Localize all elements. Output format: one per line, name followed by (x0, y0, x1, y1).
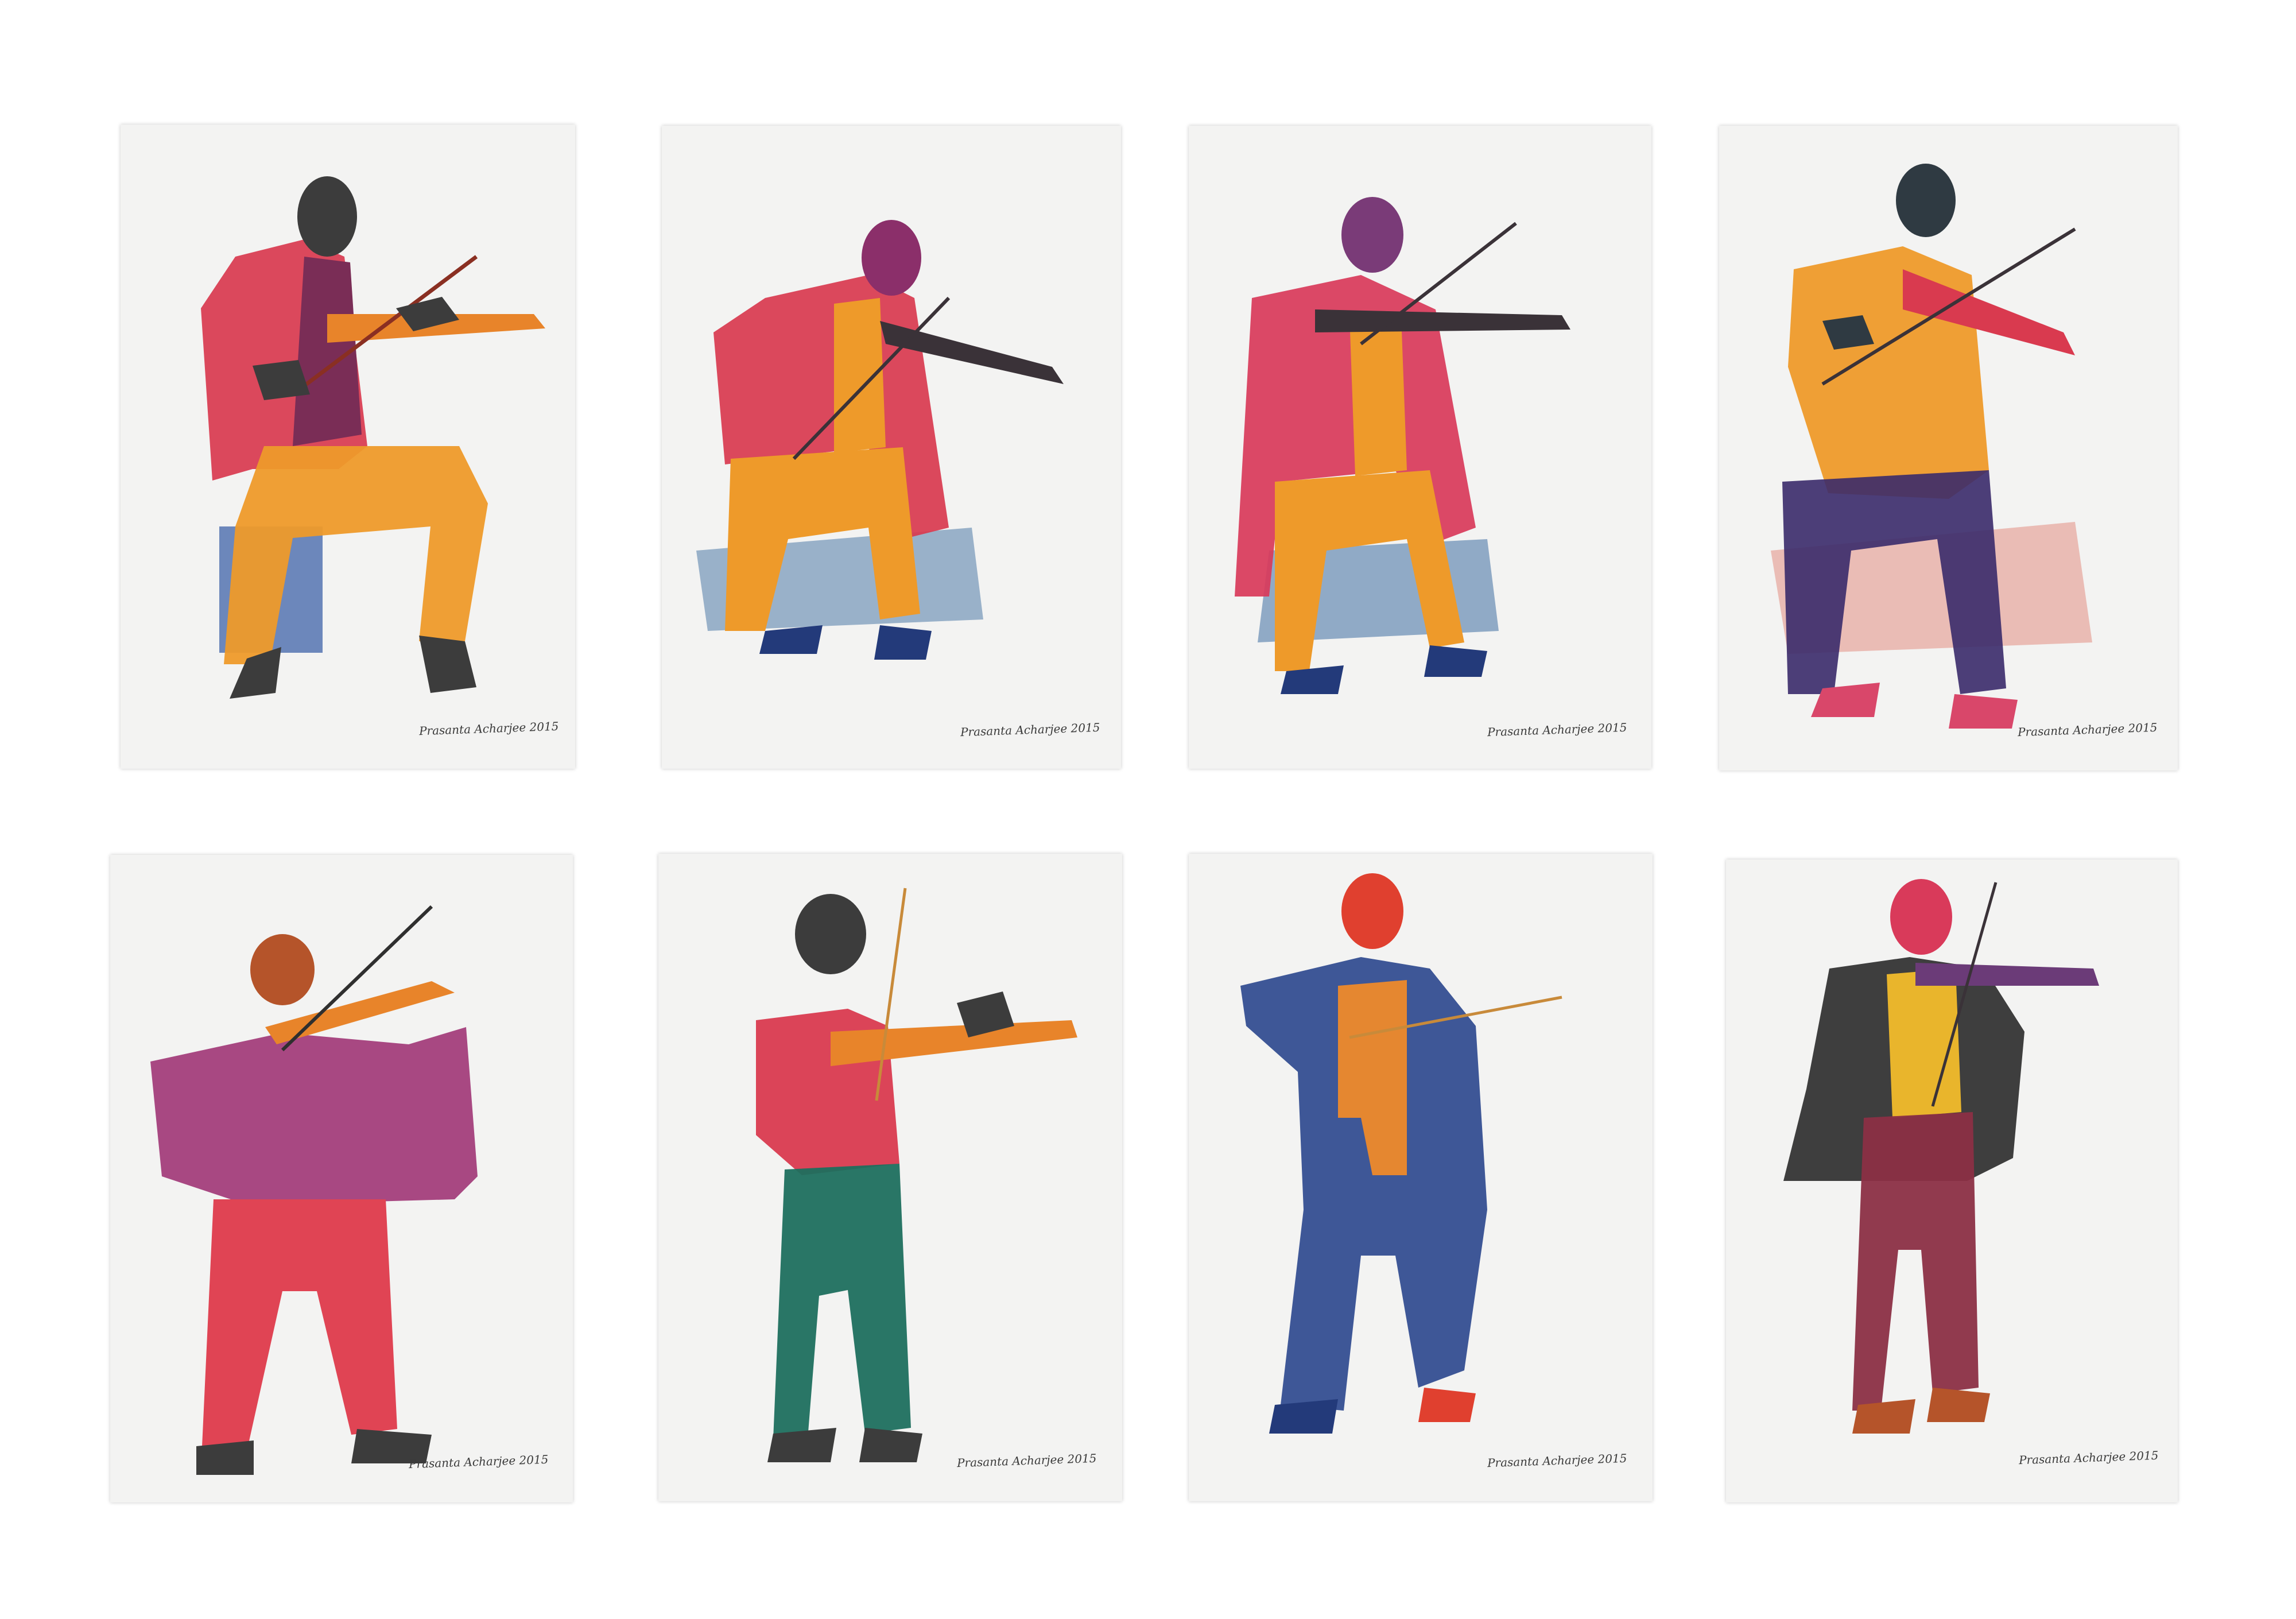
painting-sheet-2: Prasanta Acharjee 2015 (662, 126, 1121, 769)
painting-sheet-4: Prasanta Acharjee 2015 (1719, 126, 2178, 770)
painting-sheet-8: Prasanta Acharjee 2015 (1726, 859, 2178, 1502)
violinist-seated-illustration (1771, 164, 2092, 729)
violinist-standing-illustration (1240, 873, 1562, 1434)
violinist-standing-illustration (150, 905, 478, 1475)
violinist-seated-illustration (696, 220, 1064, 660)
painting-sheet-1: Prasanta Acharjee 2015 (121, 125, 575, 769)
violinist-seated-illustration (1235, 197, 1570, 694)
violinist-standing-illustration (756, 888, 1077, 1462)
painting-sheet-7: Prasanta Acharjee 2015 (1189, 854, 1653, 1501)
painting-sheet-6: Prasanta Acharjee 2015 (658, 854, 1122, 1501)
violinist-standing-illustration (1783, 879, 2099, 1434)
painting-sheet-5: Prasanta Acharjee 2015 (110, 855, 573, 1502)
violinist-seated-illustration (201, 176, 545, 699)
painting-collage: Prasanta Acharjee 2015 Prasanta Acharjee… (0, 0, 2296, 1619)
painting-sheet-3: Prasanta Acharjee 2015 (1189, 126, 1651, 769)
